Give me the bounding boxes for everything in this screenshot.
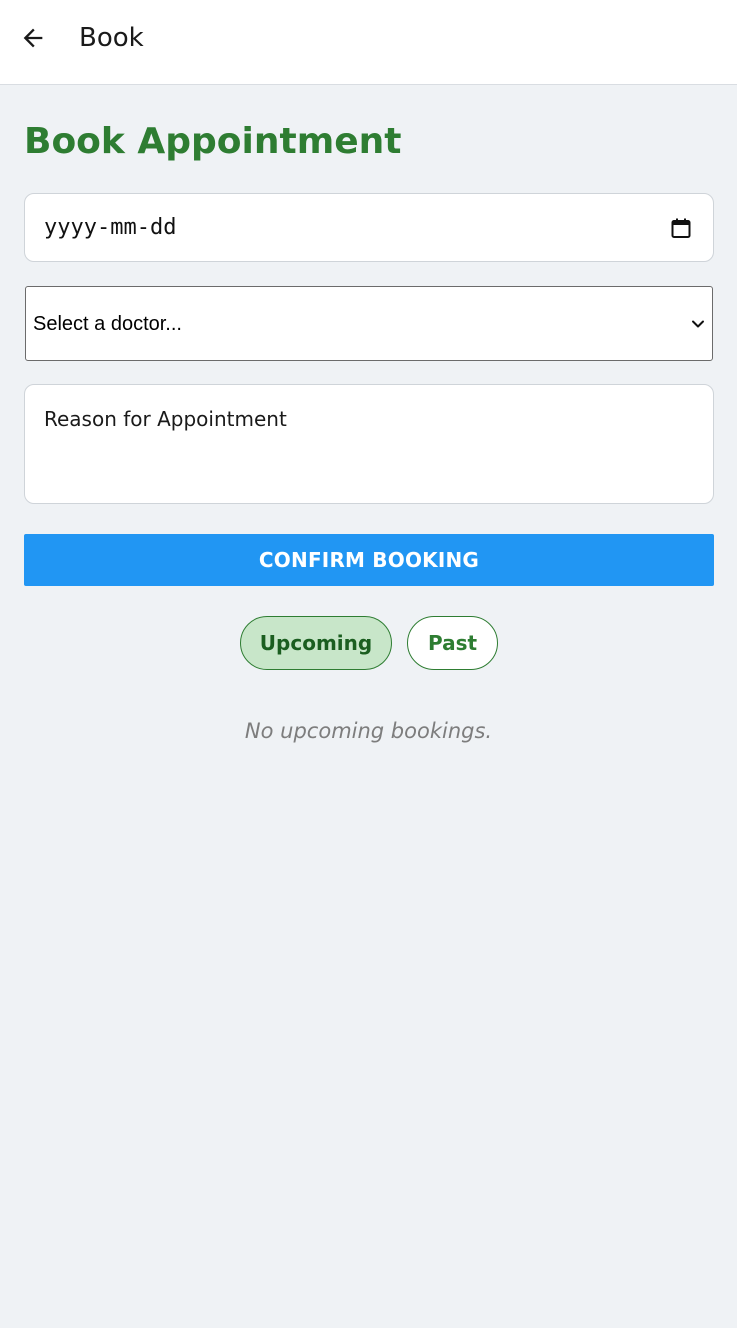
app-bar: Book xyxy=(0,0,737,85)
app-bar-title: Book xyxy=(79,23,144,53)
confirm-booking-button[interactable]: CONFIRM BOOKING xyxy=(24,534,714,586)
calendar-icon[interactable] xyxy=(669,216,693,240)
date-placeholder: yyyy-mm-dd xyxy=(44,215,177,240)
tab-upcoming[interactable]: Upcoming xyxy=(240,616,392,670)
arrow-left-icon xyxy=(23,28,43,48)
reason-textarea[interactable]: Reason for Appointment xyxy=(24,384,714,504)
reason-placeholder: Reason for Appointment xyxy=(44,407,287,431)
back-button[interactable] xyxy=(14,20,52,56)
chevron-down-icon xyxy=(692,320,704,328)
doctor-select-value: Select a doctor... xyxy=(33,313,182,335)
doctor-select[interactable]: Select a doctor... xyxy=(25,286,713,361)
date-input[interactable]: yyyy-mm-dd xyxy=(24,193,714,262)
page-title: Book Appointment xyxy=(24,121,402,162)
tab-past[interactable]: Past xyxy=(407,616,498,670)
empty-state-message: No upcoming bookings. xyxy=(244,719,493,743)
